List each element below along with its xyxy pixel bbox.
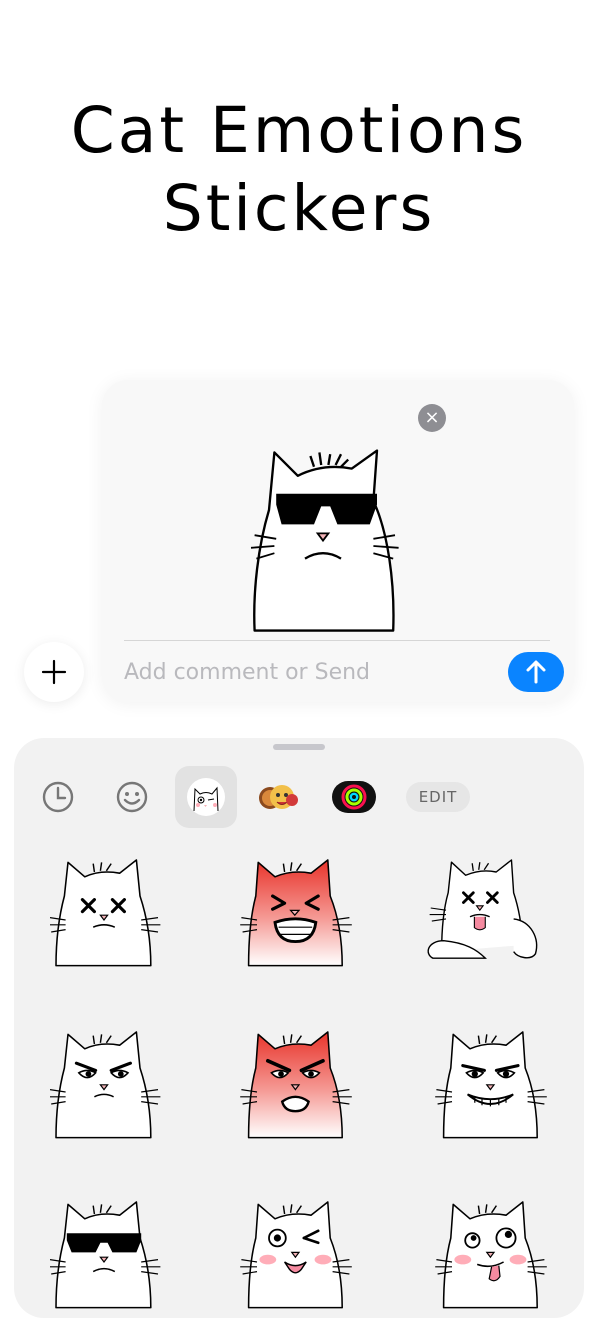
tab-memoji[interactable] (255, 766, 303, 828)
sticker-cat-winking[interactable] (239, 1190, 359, 1310)
sticker-cat-dizzy-tongue[interactable] (422, 848, 542, 968)
drawer-grabber[interactable] (273, 744, 325, 750)
remove-sticker-button[interactable]: × (418, 404, 446, 432)
activity-rings-icon (332, 781, 376, 813)
tab-recents[interactable] (36, 766, 80, 828)
send-button[interactable] (508, 652, 564, 692)
sticker-cat-sly-grin[interactable] (434, 1020, 554, 1140)
sticker-drawer: EDIT (14, 738, 584, 1318)
compose-divider (124, 640, 550, 641)
edit-button[interactable]: EDIT (406, 782, 470, 812)
sticker-cat-furious[interactable] (239, 1020, 359, 1140)
memoji-icon (259, 785, 298, 809)
add-attachment-button[interactable] (24, 642, 84, 702)
emoji-icon (116, 781, 148, 813)
title-line-1: Cat Emotions (70, 94, 528, 168)
sticker-cat-silly-blush[interactable] (434, 1190, 554, 1310)
sticker-cat-suspicious[interactable] (50, 1020, 170, 1140)
message-compose-card: × (102, 380, 574, 702)
tab-activity[interactable] (330, 766, 378, 828)
tab-cat-emotions[interactable] (175, 766, 237, 828)
comment-input[interactable] (124, 652, 504, 692)
sticker-cat-sunglasses[interactable] (50, 1190, 170, 1310)
arrow-up-icon (526, 660, 546, 684)
sticker-cat-angry-shouting[interactable] (239, 848, 359, 968)
plus-icon (41, 659, 67, 685)
sticker-cat-dizzy[interactable] (50, 848, 170, 968)
cat-sunglasses-sticker[interactable] (250, 420, 432, 636)
cat-emotions-app-icon (187, 778, 225, 816)
recents-icon (42, 781, 74, 813)
title-line-2: Stickers (162, 172, 436, 246)
tab-emoji[interactable] (110, 766, 154, 828)
page-title: Cat Emotions Stickers (0, 92, 598, 248)
close-icon: × (424, 407, 440, 428)
